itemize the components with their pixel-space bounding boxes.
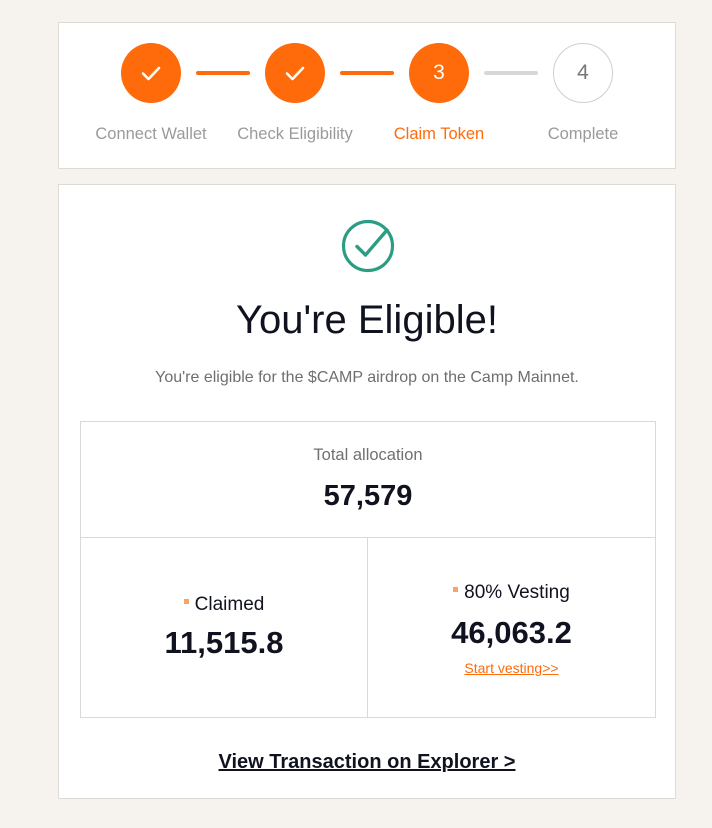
vesting-marker-icon bbox=[453, 587, 459, 593]
check-circle-icon bbox=[341, 219, 395, 273]
step-1-circle bbox=[121, 43, 181, 103]
vesting-value: 46,063.2 bbox=[451, 615, 572, 650]
view-transaction-link[interactable]: View Transaction on Explorer > bbox=[59, 751, 675, 774]
vesting-cell: 80% Vesting 46,063.2 Start vesting>> bbox=[368, 538, 655, 717]
step-3-circle: 3 bbox=[409, 43, 469, 103]
step-2-label: Check Eligibility bbox=[237, 125, 353, 143]
step-connect-wallet: Connect Wallet bbox=[81, 43, 221, 144]
allocation-table: Total allocation 57,579 Claimed 11,515.8… bbox=[80, 421, 656, 718]
step-3-label: Claim Token bbox=[393, 125, 485, 143]
vesting-label-row: 80% Vesting bbox=[368, 582, 655, 604]
step-4-label: Complete bbox=[547, 125, 619, 143]
claimed-label: Claimed bbox=[194, 594, 265, 615]
step-complete: 4 Complete bbox=[513, 43, 653, 144]
step-4-circle: 4 bbox=[553, 43, 613, 103]
total-allocation-cell: Total allocation 57,579 bbox=[81, 422, 655, 538]
claimed-cell: Claimed 11,515.8 bbox=[81, 538, 368, 717]
eligibility-card: You're Eligible! You're eligible for the… bbox=[58, 184, 676, 799]
progress-stepper: Connect Wallet Check Eligibility 3 Claim… bbox=[58, 22, 676, 169]
claimed-value: 11,515.8 bbox=[164, 625, 284, 660]
step-check-eligibility: Check Eligibility bbox=[225, 43, 365, 144]
start-vesting-link[interactable]: Start vesting>> bbox=[368, 660, 655, 676]
step-claim-token: 3 Claim Token bbox=[369, 43, 509, 144]
total-allocation-label: Total allocation bbox=[313, 446, 423, 464]
check-icon bbox=[141, 66, 161, 81]
step-2-circle bbox=[265, 43, 325, 103]
vesting-label: 80% Vesting bbox=[464, 582, 570, 603]
eligibility-subtitle: You're eligible for the $CAMP airdrop on… bbox=[155, 369, 579, 386]
step-1-label: Connect Wallet bbox=[95, 125, 207, 143]
total-allocation-value: 57,579 bbox=[323, 480, 413, 512]
page-title: You're Eligible! bbox=[236, 298, 498, 342]
claimed-label-row: Claimed bbox=[81, 594, 367, 616]
check-icon bbox=[285, 66, 305, 81]
claimed-marker-icon bbox=[183, 599, 189, 605]
